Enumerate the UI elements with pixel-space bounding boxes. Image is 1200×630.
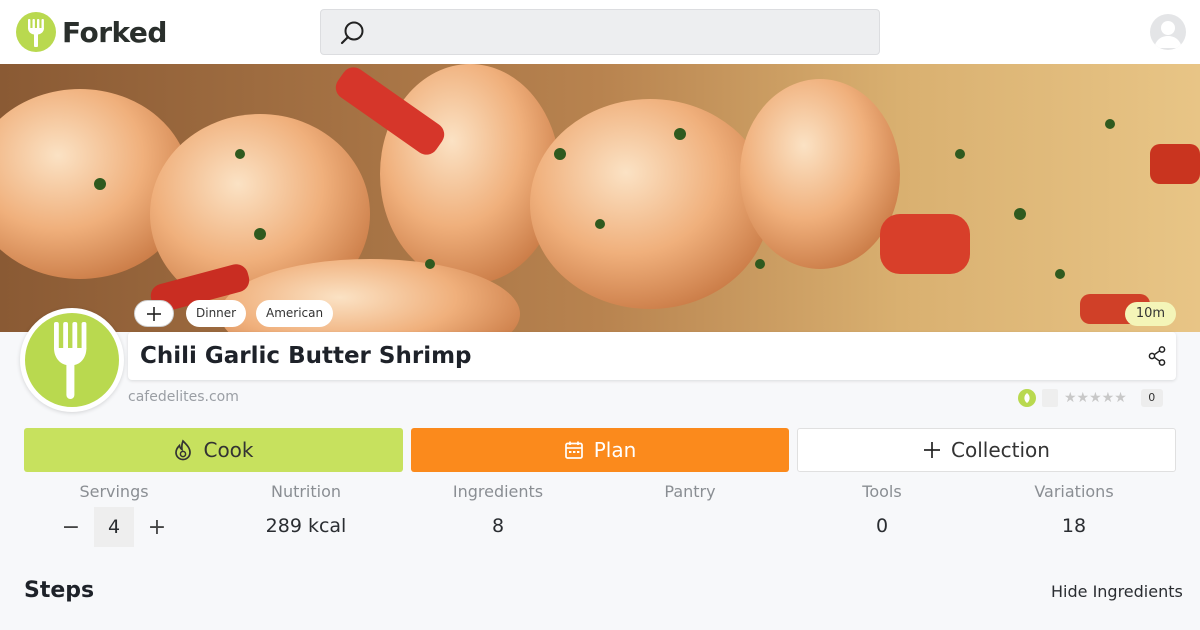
- steps-heading: Steps: [24, 578, 95, 603]
- rating-placeholder: [1042, 389, 1058, 407]
- brand-logo[interactable]: Forked: [16, 12, 167, 52]
- user-avatar-icon[interactable]: [1150, 14, 1186, 50]
- recipe-hero-image: [0, 64, 1200, 332]
- collection-button-label: Collection: [951, 438, 1050, 462]
- pantry-label[interactable]: Pantry: [594, 482, 786, 501]
- share-icon[interactable]: [1148, 346, 1166, 370]
- nutrition-value[interactable]: 289 kcal: [210, 515, 402, 537]
- tools-label[interactable]: Tools: [786, 482, 978, 501]
- search-input[interactable]: [320, 9, 880, 55]
- ingredients-label[interactable]: Ingredients: [402, 482, 594, 501]
- increase-servings-button[interactable]: +: [142, 507, 172, 547]
- cook-button[interactable]: Cook: [24, 428, 403, 472]
- variations-label[interactable]: Variations: [978, 482, 1170, 501]
- fork-icon: [16, 12, 56, 52]
- recipe-title-card: Chili Garlic Butter Shrimp: [128, 332, 1176, 380]
- rating-count: 0: [1140, 389, 1163, 407]
- servings-label: Servings: [79, 482, 149, 501]
- star-rating[interactable]: ★★★★★: [1064, 390, 1127, 406]
- cook-time-badge: 10m: [1125, 302, 1176, 326]
- plan-button[interactable]: Plan: [411, 428, 789, 472]
- decrease-servings-button[interactable]: −: [56, 507, 86, 547]
- leaf-icon: [1018, 389, 1036, 407]
- add-tag-button[interactable]: [134, 300, 174, 327]
- recipe-fork-icon: [20, 308, 124, 412]
- ingredients-value[interactable]: 8: [402, 515, 594, 537]
- servings-stepper: − 4 +: [56, 507, 172, 547]
- plus-icon: [924, 442, 941, 458]
- search-icon: [339, 19, 367, 51]
- calendar-icon: [564, 441, 583, 459]
- tag-dinner[interactable]: Dinner: [186, 300, 247, 327]
- flame-icon: [175, 439, 192, 461]
- cook-button-label: Cook: [203, 438, 254, 462]
- tag-american[interactable]: American: [256, 300, 334, 327]
- variations-value[interactable]: 18: [978, 515, 1170, 537]
- brand-name: Forked: [62, 15, 167, 49]
- rating-row: ★★★★★ 0: [1018, 388, 1163, 408]
- servings-value[interactable]: 4: [94, 507, 134, 547]
- recipe-title: Chili Garlic Butter Shrimp: [140, 343, 472, 369]
- add-to-collection-button[interactable]: Collection: [797, 428, 1176, 472]
- plan-button-label: Plan: [593, 438, 637, 462]
- plus-icon: [147, 306, 161, 321]
- tools-value[interactable]: 0: [786, 515, 978, 537]
- nutrition-label[interactable]: Nutrition: [210, 482, 402, 501]
- hide-ingredients-button[interactable]: Hide Ingredients: [1051, 582, 1183, 601]
- recipe-source-link[interactable]: cafedelites.com: [128, 389, 239, 405]
- top-bar: Forked: [0, 0, 1200, 64]
